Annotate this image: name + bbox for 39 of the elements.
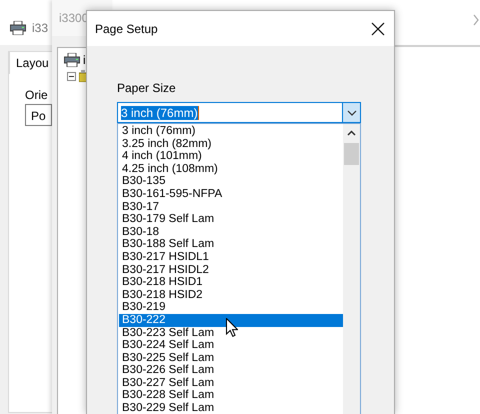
list-option[interactable]: B30-188 Self Lam (119, 238, 343, 251)
list-option[interactable]: B30-229 Self Lam (119, 402, 343, 414)
list-option[interactable]: B30-179 Self Lam (119, 213, 343, 226)
chevron-down-icon (346, 110, 356, 116)
list-option[interactable]: B30-222 (119, 314, 343, 326)
list-option[interactable]: B30-224 Self Lam (119, 339, 343, 352)
close-icon[interactable] (371, 22, 385, 36)
list-option[interactable]: B30-217 HSIDL1 (119, 250, 343, 264)
paper-size-dropdown[interactable]: 3 inch (76mm) (117, 102, 361, 123)
scrollbar[interactable] (343, 124, 360, 414)
dropdown-field[interactable]: Po (25, 104, 52, 126)
list-option[interactable]: B30-219 (119, 301, 343, 314)
list-option[interactable]: B30-135 (119, 175, 343, 188)
list-option[interactable]: 4.25 inch (108mm) (119, 162, 343, 176)
list-option[interactable]: B30-218 HSID1 (119, 276, 343, 289)
list-option[interactable]: B30-223 Self Lam (119, 326, 343, 340)
list-option[interactable]: 3 inch (76mm) (119, 125, 343, 138)
list-option[interactable]: B30-161-595-NFPA (119, 188, 343, 201)
list-option[interactable]: 3.25 inch (82mm) (119, 138, 343, 150)
list-option[interactable]: B30-226 Self Lam (119, 364, 343, 377)
list-option[interactable]: 4 inch (101mm) (119, 150, 343, 163)
chevron-up-icon[interactable] (347, 130, 356, 136)
field-label: Paper Size (117, 81, 177, 97)
tree-item[interactable]: i (83, 53, 86, 67)
list-option[interactable]: B30-217 HSIDL2 (119, 264, 343, 276)
scrollbar-thumb[interactable] (344, 143, 359, 165)
list-option[interactable]: B30-225 Self Lam (119, 352, 343, 364)
list-option[interactable]: B30-218 HSID2 (119, 288, 343, 302)
field-label: Orie (25, 88, 48, 102)
list-option[interactable]: B30-18 (119, 226, 343, 238)
list-option[interactable]: B30-227 Self Lam (119, 376, 343, 390)
printer-icon (10, 20, 26, 34)
dialog-title: Page Setup (95, 22, 158, 36)
window-title: i33 (32, 20, 48, 34)
list-option[interactable]: B30-17 (119, 200, 343, 214)
printer-icon (64, 53, 80, 67)
collapse-icon[interactable] (67, 72, 76, 80)
list-option[interactable]: B30-228 Self Lam (119, 389, 343, 402)
mouse-cursor-icon (226, 318, 238, 337)
